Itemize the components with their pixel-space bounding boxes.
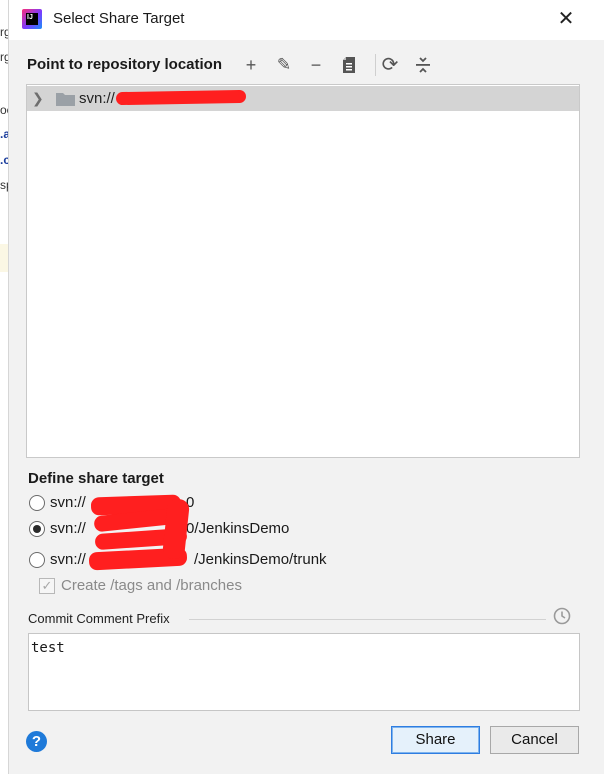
cancel-button[interactable]: Cancel — [490, 726, 579, 754]
share-target-url: svn:// — [50, 494, 86, 511]
radio-button[interactable] — [29, 552, 45, 568]
dialog-title: Select Share Target — [53, 10, 185, 27]
tree-node-label: svn:// — [79, 90, 115, 107]
divider — [189, 619, 546, 620]
redaction-mark — [115, 89, 247, 106]
repository-location-label: Point to repository location — [27, 56, 223, 73]
background-editor-strip: rg rg oc .a .c sp — [0, 0, 13, 774]
radio-button-selected[interactable] — [29, 521, 45, 537]
share-target-url-suffix: 0/JenkinsDemo — [186, 520, 290, 537]
intellij-logo-icon: IJ — [22, 9, 42, 29]
folder-icon — [56, 93, 75, 106]
refresh-icon[interactable]: ⟳ — [379, 54, 401, 76]
share-target-url-suffix: /JenkinsDemo/trunk — [194, 551, 327, 568]
edit-icon[interactable]: ✎ — [273, 54, 295, 76]
history-icon[interactable] — [553, 607, 571, 625]
create-tags-checkbox[interactable]: ✓ — [39, 578, 55, 594]
close-icon[interactable]: ✕ — [555, 7, 577, 31]
tree-node[interactable]: ❯ svn:// — [27, 86, 579, 111]
share-target-url: svn:// — [50, 520, 86, 537]
chevron-right-icon[interactable]: ❯ — [32, 90, 44, 107]
commit-comment-input[interactable]: test — [28, 633, 580, 711]
browse-icon[interactable] — [338, 54, 360, 76]
help-icon[interactable]: ? — [26, 731, 47, 752]
select-share-target-dialog: IJ Select Share Target ✕ Point to reposi… — [8, 0, 604, 774]
define-share-target-title: Define share target — [28, 470, 164, 487]
commit-comment-prefix-label: Commit Comment Prefix — [28, 611, 170, 626]
collapse-all-icon[interactable] — [412, 54, 434, 76]
create-tags-label: Create /tags and /branches — [61, 577, 242, 594]
toolbar-separator — [375, 54, 376, 76]
background-highlight-line — [0, 244, 8, 272]
minus-icon[interactable]: − — [305, 54, 327, 76]
plus-icon[interactable]: + — [240, 54, 262, 76]
repository-tree[interactable]: ❯ svn:// — [26, 84, 580, 458]
title-bar[interactable]: IJ Select Share Target ✕ — [9, 0, 604, 40]
share-button[interactable]: Share — [391, 726, 480, 754]
redaction-mark — [161, 498, 191, 560]
radio-button[interactable] — [29, 495, 45, 511]
share-target-url: svn:// — [50, 551, 86, 568]
